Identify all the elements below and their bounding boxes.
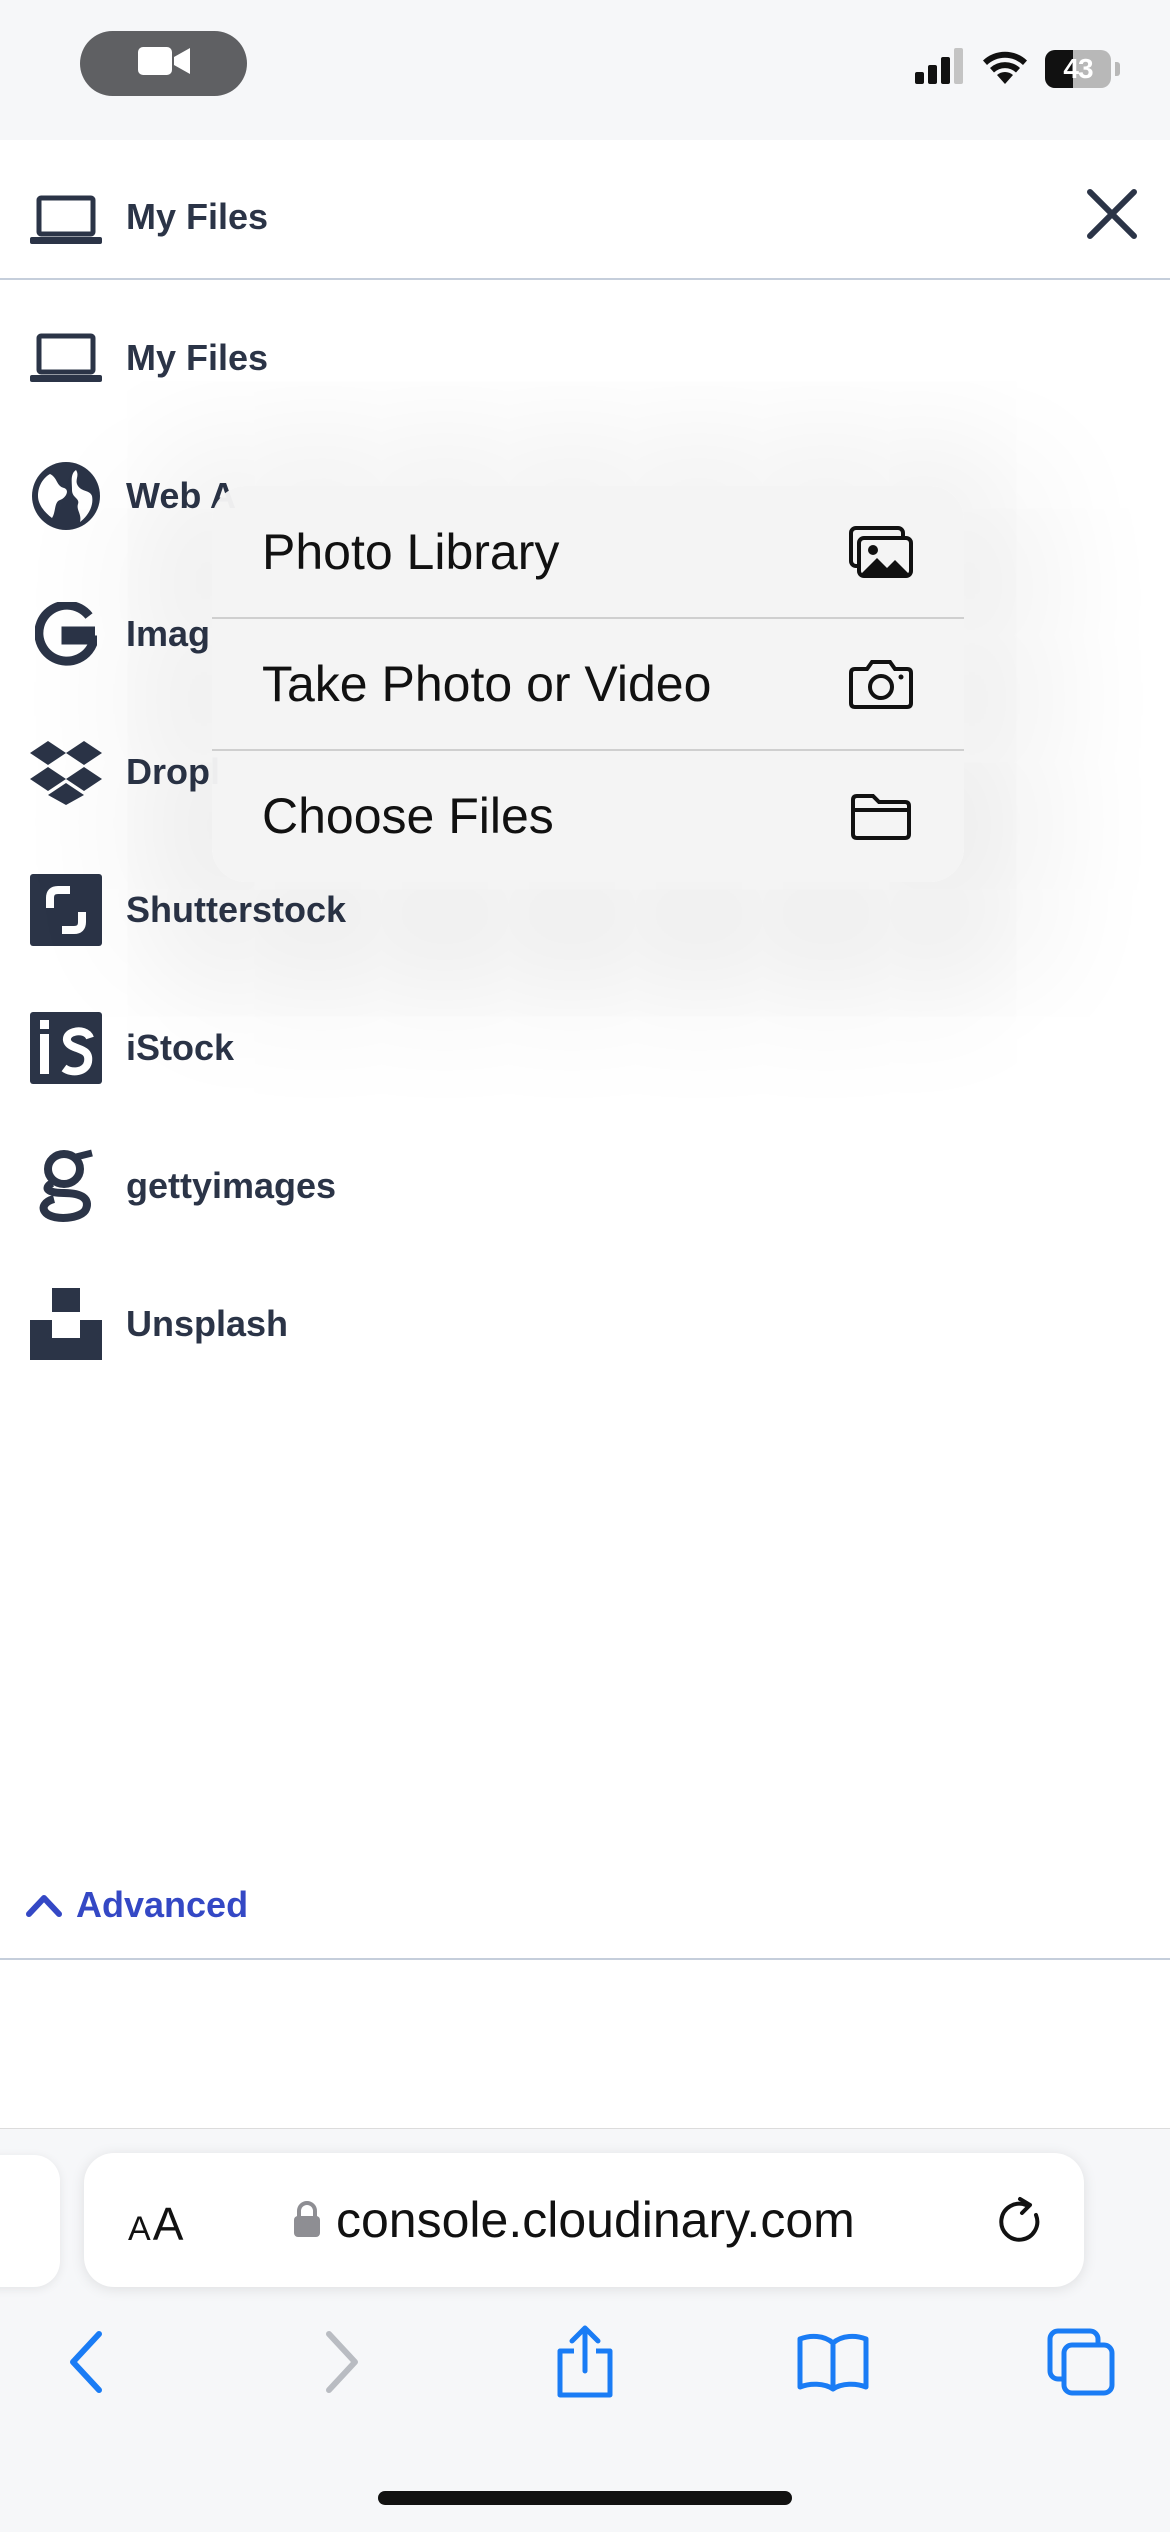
unsplash-icon — [28, 1286, 104, 1362]
share-icon — [554, 2325, 616, 2404]
divider — [0, 1958, 1170, 1960]
url-display[interactable]: console.cloudinary.com — [294, 2191, 855, 2249]
advanced-label: Advanced — [76, 1884, 249, 1925]
page-settings-button[interactable]: A A — [128, 2197, 183, 2251]
source-label: Imag — [126, 613, 211, 654]
menu-item-choose-files[interactable]: Choose Files — [212, 750, 964, 882]
lock-icon — [294, 2191, 320, 2249]
forward-icon — [321, 2330, 361, 2399]
previous-tab-preview[interactable] — [0, 2155, 60, 2287]
header: My Files — [0, 140, 1170, 280]
battery-level: 43 — [1063, 52, 1093, 84]
source-label: Unsplash — [126, 1303, 289, 1344]
reload-icon[interactable] — [992, 2193, 1048, 2249]
aa-small: A — [128, 2210, 151, 2248]
source-label: gettyimages — [126, 1165, 337, 1206]
wifi-icon — [981, 48, 1029, 89]
source-label: My Files — [126, 337, 269, 378]
battery-icon: 43 — [1045, 49, 1111, 88]
advanced-toggle[interactable]: Advanced — [26, 1884, 248, 1926]
share-button[interactable] — [540, 2319, 630, 2409]
close-icon — [1086, 188, 1138, 245]
screen-recording-indicator[interactable] — [80, 31, 247, 96]
gettyimages-icon — [28, 1148, 104, 1224]
popup-menu: Photo Library Take Photo or Video Choose… — [212, 486, 964, 882]
photo-library-icon — [848, 519, 914, 585]
chevron-up-icon — [26, 1884, 62, 1926]
bookmarks-button[interactable] — [788, 2319, 878, 2409]
url-text: console.cloudinary.com — [336, 2192, 855, 2248]
back-button[interactable] — [42, 2319, 132, 2409]
close-button[interactable] — [1084, 188, 1140, 244]
shutterstock-icon — [28, 872, 104, 948]
laptop-icon — [28, 320, 104, 396]
cellular-signal-icon — [915, 48, 965, 89]
tabs-icon — [1046, 2327, 1116, 2402]
menu-item-label: Take Photo or Video — [262, 656, 712, 712]
back-icon — [67, 2330, 107, 2399]
dropbox-icon — [28, 734, 104, 810]
home-indicator — [378, 2491, 792, 2505]
source-label: iStock — [126, 1027, 235, 1068]
menu-item-take-photo[interactable]: Take Photo or Video — [212, 618, 964, 750]
aa-large: A — [152, 2198, 184, 2250]
menu-item-photo-library[interactable]: Photo Library — [212, 486, 964, 618]
source-label: Shutterstock — [126, 889, 347, 930]
istock-icon — [28, 1010, 104, 1086]
google-icon — [28, 596, 104, 672]
forward-button[interactable] — [296, 2319, 386, 2409]
tabs-button[interactable] — [1036, 2319, 1126, 2409]
status-bar: 43 — [0, 0, 1170, 140]
video-camera-icon — [137, 44, 190, 83]
battery-tip — [1115, 61, 1120, 76]
laptop-icon — [30, 195, 102, 250]
source-item-my-files[interactable]: My Files — [0, 308, 700, 408]
source-label: Dropl — [126, 751, 220, 792]
folder-icon — [848, 783, 914, 849]
bookmarks-icon — [796, 2331, 870, 2398]
globe-icon — [28, 458, 104, 534]
header-title: My Files — [126, 196, 269, 237]
status-icons: 43 — [915, 48, 1120, 89]
address-bar[interactable]: A A console.cloudinary.com — [84, 2153, 1084, 2287]
source-item-unsplash[interactable]: Unsplash — [0, 1274, 700, 1374]
menu-item-label: Choose Files — [262, 788, 554, 844]
menu-item-label: Photo Library — [262, 524, 560, 580]
source-item-gettyimages[interactable]: gettyimages — [0, 1136, 700, 1236]
safari-nav-row — [0, 2319, 1170, 2419]
camera-icon — [848, 651, 914, 717]
safari-toolbar: A A console.cloudinary.com — [0, 2128, 1170, 2532]
source-item-istock[interactable]: iStock — [0, 998, 700, 1098]
